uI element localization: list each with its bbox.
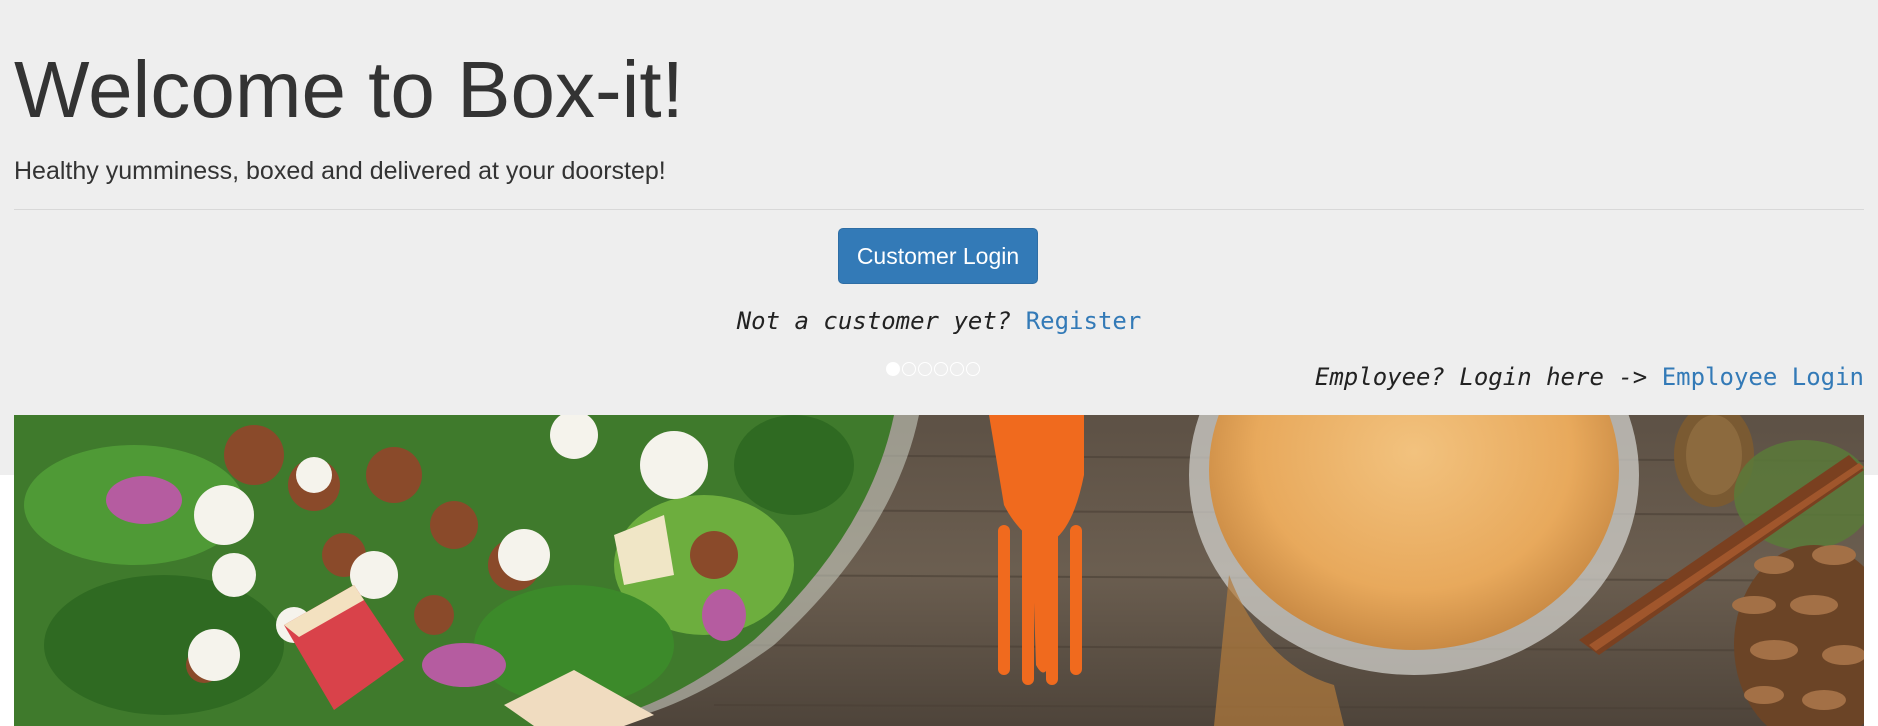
divider	[14, 209, 1864, 210]
carousel-indicator-1[interactable]	[886, 362, 900, 376]
carousel-indicator-5[interactable]	[950, 362, 964, 376]
register-line: Not a customer yet? Register	[0, 305, 1878, 337]
carousel-indicator-6[interactable]	[966, 362, 980, 376]
jumbotron: Welcome to Box-it! Healthy yumminess, bo…	[0, 0, 1878, 475]
employee-line: Employee? Login here -> Employee Login	[1315, 361, 1864, 393]
food-banner-image	[14, 415, 1864, 726]
tagline: Healthy yumminess, boxed and delivered a…	[14, 157, 666, 185]
employee-prompt: Employee? Login here ->	[1314, 363, 1648, 391]
employee-login-link[interactable]: Employee Login	[1662, 363, 1864, 391]
carousel-indicator-2[interactable]	[902, 362, 916, 376]
register-link[interactable]: Register	[1026, 307, 1142, 335]
carousel-indicators	[886, 362, 980, 378]
customer-login-button[interactable]: Customer Login	[838, 228, 1038, 284]
register-prompt: Not a customer yet?	[736, 307, 1012, 335]
page-title: Welcome to Box-it!	[14, 45, 684, 134]
carousel-indicator-3[interactable]	[918, 362, 932, 376]
carousel-indicator-4[interactable]	[934, 362, 948, 376]
